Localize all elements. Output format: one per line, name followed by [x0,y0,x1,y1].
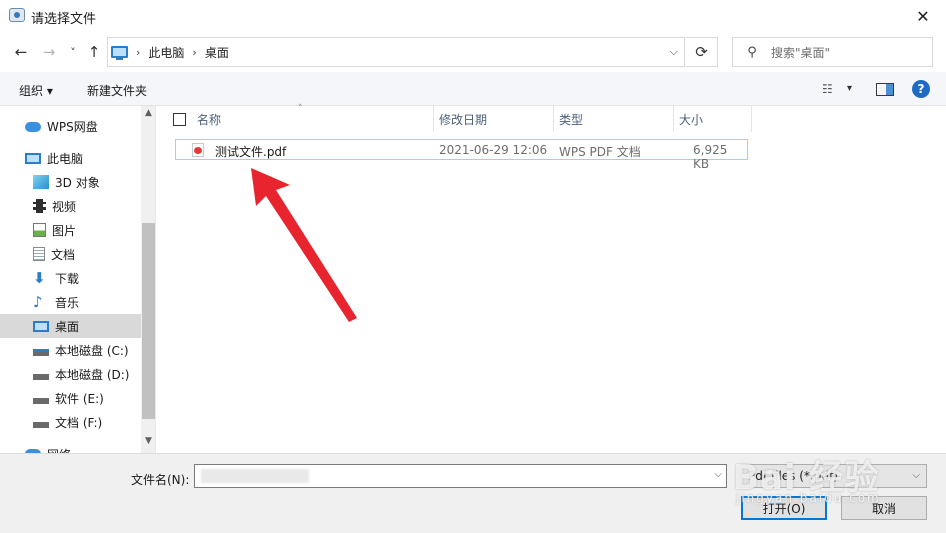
sidebar-item-this-pc[interactable]: 此电脑 [0,146,141,170]
sidebar-item-drive-c[interactable]: 本地磁盘 (C:) [0,338,141,362]
sidebar-item-label: 视频 [52,199,77,214]
view-dropdown-icon[interactable]: ▾ [847,83,852,94]
refresh-button[interactable]: ⟳ [686,37,718,67]
breadcrumb-this-pc[interactable]: 此电脑 [148,44,184,61]
scroll-down-icon[interactable]: ▼ [141,436,155,446]
pdf-file-icon [192,143,204,157]
navigation-pane: WPS网盘 此电脑 3D 对象 视频 图片 文档 ⬇ 下载 ♪ 音乐 桌面 本地… [0,106,156,453]
sidebar-item-drive-e[interactable]: 软件 (E:) [0,386,141,410]
column-header-name[interactable]: 名称 [192,106,434,132]
up-arrow-icon[interactable]: ↑ [84,42,104,62]
3d-objects-icon [33,175,49,189]
filename-dropdown-icon[interactable]: ⌵ [714,469,722,480]
app-icon [9,8,25,22]
file-name: 测试文件.pdf [215,145,287,159]
sidebar-item-music[interactable]: ♪ 音乐 [0,290,141,314]
search-icon: ⚲ [747,44,757,60]
forward-arrow-icon[interactable]: → [39,42,59,62]
sidebar-scrollbar[interactable]: ▲ ▼ [141,106,155,453]
document-icon [33,247,45,261]
filename-label: 文件名(N): [131,473,190,487]
sidebar-item-label: 3D 对象 [55,175,100,190]
recent-locations-chevron-icon[interactable]: ˅ [63,42,83,62]
sidebar-item-drive-d[interactable]: 本地磁盘 (D:) [0,362,141,386]
sidebar-item-label: 桌面 [55,319,80,334]
title-bar: 请选择文件 ✕ [0,0,946,32]
computer-icon [25,152,41,164]
close-button[interactable]: ✕ [900,0,946,32]
desktop-icon [33,320,49,332]
breadcrumb-separator-icon: › [192,45,197,59]
organize-button[interactable]: 组织 ▾ [19,82,53,99]
watermark-url: jingyan.baidu.com [736,491,881,505]
download-icon: ⬇ [33,269,46,287]
filetype-dropdown-icon[interactable]: ⌵ [912,470,920,481]
column-header-size[interactable]: 大小 [674,106,752,132]
address-field[interactable]: › 此电脑 › 桌面 ⌵ [107,37,685,67]
new-folder-button[interactable]: 新建文件夹 [87,82,147,99]
sidebar-item-label: 音乐 [55,295,80,310]
music-icon: ♪ [33,293,43,311]
sidebar-item-label: 文档 [51,247,76,262]
sidebar-item-label: 文档 (F:) [55,415,103,430]
drive-icon [33,398,49,404]
sidebar-item-label: WPS网盘 [47,119,98,134]
sidebar-item-drive-f[interactable]: 文档 (F:) [0,410,141,434]
sidebar-item-pictures[interactable]: 图片 [0,218,141,242]
window-title: 请选择文件 [31,12,97,27]
sidebar-item-downloads[interactable]: ⬇ 下载 [0,266,141,290]
drive-icon [33,374,49,380]
file-size: 6,925 KB [693,143,728,171]
sidebar-item-desktop[interactable]: 桌面 [0,314,141,338]
back-arrow-icon[interactable]: ← [11,42,31,62]
picture-icon [33,223,46,237]
preview-pane-icon[interactable] [876,83,894,96]
cloud-icon [25,122,41,132]
computer-icon [111,46,128,60]
sidebar-item-label: 此电脑 [47,151,84,166]
file-type: WPS PDF 文档 [559,145,641,159]
column-header-modified[interactable]: 修改日期 [434,106,554,132]
sidebar-item-label: 下载 [55,271,80,286]
view-options-icon[interactable]: ☷ [822,82,833,96]
drive-c-icon [33,349,49,356]
breadcrumb-separator-icon: › [136,45,141,59]
search-input[interactable]: ⚲ 搜索"桌面" [732,37,933,67]
sidebar-item-label: 网络 [47,446,71,454]
filename-value [201,469,309,483]
select-all-checkbox[interactable] [173,113,186,126]
video-icon [33,199,46,213]
sidebar-item-network[interactable]: 网络 [0,442,141,453]
address-dropdown-icon[interactable]: ⌵ [670,45,678,59]
sidebar-item-label: 软件 (E:) [55,391,104,406]
address-toolbar: ← → ˅ ↑ › 此电脑 › 桌面 ⌵ ⟳ ⚲ 搜索"桌面" [0,32,946,72]
scroll-thumb[interactable] [142,223,155,419]
sidebar-item-documents[interactable]: 文档 [0,242,141,266]
help-icon[interactable]: ? [912,80,930,98]
sidebar-item-3d-objects[interactable]: 3D 对象 [0,170,141,194]
breadcrumb-desktop[interactable]: 桌面 [205,44,229,61]
sidebar-item-label: 图片 [52,223,77,238]
drive-icon [33,422,49,428]
command-toolbar: 组织 ▾ 新建文件夹 ☷ ▾ ? [0,72,946,106]
sidebar-item-label: 本地磁盘 (D:) [55,367,130,382]
filename-input[interactable]: ⌵ [194,464,727,488]
sidebar-item-videos[interactable]: 视频 [0,194,141,218]
file-row[interactable]: 测试文件.pdf 2021-06-29 12:06 WPS PDF 文档 6,9… [175,139,748,171]
search-placeholder: 搜索"桌面" [771,45,831,60]
scroll-up-icon[interactable]: ▲ [141,108,155,118]
sidebar-item-wps-cloud[interactable]: WPS网盘 [0,114,141,138]
column-header-type[interactable]: 类型 [554,106,674,132]
sidebar-item-label: 本地磁盘 (C:) [55,343,129,358]
file-modified: 2021-06-29 12:06 [439,143,548,157]
file-list: ˄ 名称 修改日期 类型 大小 测试文件.pdf 2021-06-29 12:0… [157,104,946,453]
